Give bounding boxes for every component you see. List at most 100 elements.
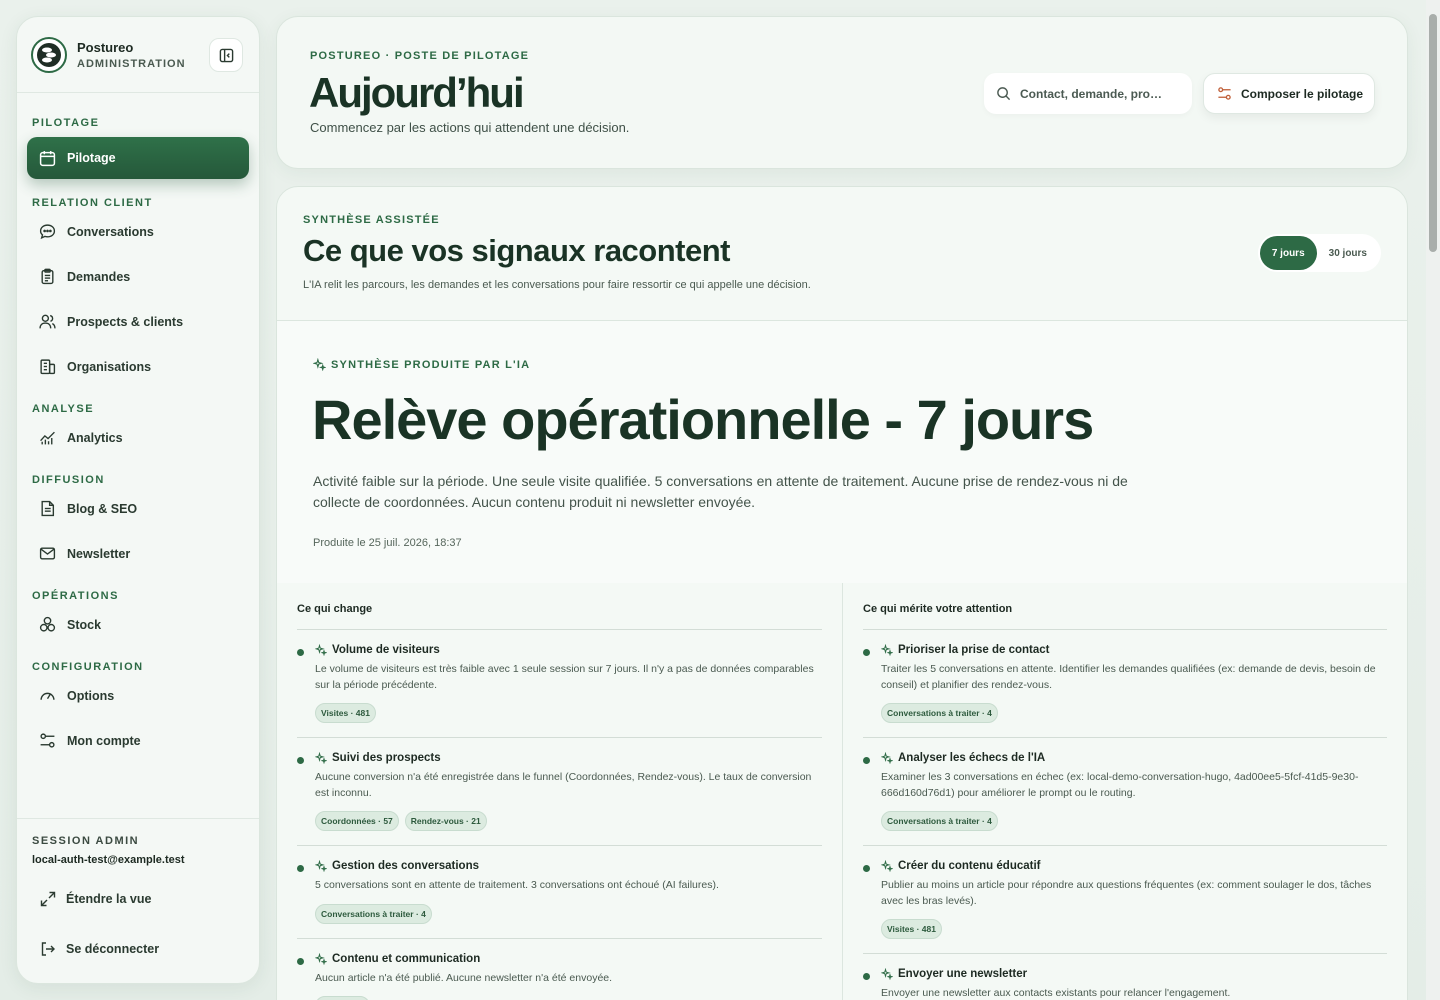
insight-title-label: Analyser les échecs de l'IA xyxy=(898,752,1046,764)
insight-title: Créer du contenu éducatif xyxy=(881,860,1387,872)
insight-text: 5 conversations sont en attente de trait… xyxy=(315,879,719,891)
range-30-days-button[interactable]: 30 jours xyxy=(1317,236,1379,270)
sidebar-nav: PILOTAGE Pilotage RELATION CLIENT Conver… xyxy=(17,93,259,763)
brand-subtitle: ADMINISTRATION xyxy=(77,57,186,70)
users-icon xyxy=(39,314,56,329)
report-text: Activité faible sur la période. Une seul… xyxy=(313,473,1128,510)
sidebar-item-label: Blog & SEO xyxy=(67,501,138,516)
sparkles-icon xyxy=(315,860,327,872)
chart-icon xyxy=(40,431,55,445)
mail-icon xyxy=(39,547,56,560)
insight-text: Envoyer une newsletter aux contacts exis… xyxy=(881,987,1231,999)
sidebar-item-demandes[interactable]: Demandes xyxy=(27,254,249,299)
nav-section-label: CONFIGURATION xyxy=(32,661,144,673)
chip-row: Conversations à traiter · 4 xyxy=(315,903,822,938)
page-scrollbar[interactable] xyxy=(1426,0,1440,1000)
nav-section-label: OPÉRATIONS xyxy=(32,590,119,602)
sidebar-item-conversations[interactable]: Conversations xyxy=(27,209,249,254)
insight-title-label: Créer du contenu éducatif xyxy=(898,860,1041,872)
insight-title-label: Volume de visiteurs xyxy=(332,644,440,656)
chip-row: Conversations à traiter · 4 xyxy=(881,811,1387,845)
attention-title: Ce qui mérite votre attention xyxy=(863,603,1387,630)
insight-title: Contenu et communication xyxy=(315,952,822,965)
insight-title-label: Prioriser la prise de contact xyxy=(898,644,1050,656)
search-placeholder: Contact, demande, pro… xyxy=(1020,86,1163,101)
sparkles-icon xyxy=(315,644,327,656)
insight-item: Contenu et communication Aucun article n'… xyxy=(297,939,822,1000)
sparkles-icon xyxy=(315,752,327,764)
chip-row: Coordonnées · 57 Rendez-vous · 21 xyxy=(315,811,822,845)
chip-row: Visites · 481 xyxy=(315,703,822,737)
report-date: Produite le 25 juil. 2026, 18:37 xyxy=(313,537,462,549)
sparkles-icon xyxy=(881,860,893,872)
sidebar-item-mon-compte[interactable]: Mon compte xyxy=(27,718,249,763)
sidebar-item-label: Conversations xyxy=(67,224,154,239)
sidebar-item-analytics[interactable]: Analytics xyxy=(27,415,249,460)
insight-item: Volume de visiteurs Le volume de visiteur… xyxy=(297,630,822,738)
page-subtitle: Commencez par les actions qui attendent … xyxy=(310,120,630,135)
metric-chip: Visites · 481 xyxy=(315,703,376,723)
sidebar-item-stock[interactable]: Stock xyxy=(27,602,249,647)
insight-title-label: Gestion des conversations xyxy=(332,860,479,872)
search-input[interactable]: Contact, demande, pro… xyxy=(984,73,1192,114)
logout-icon xyxy=(41,942,55,956)
metric-chip: Conversations à traiter · 4 xyxy=(315,903,432,924)
page-eyebrow: POSTUREO · POSTE DE PILOTAGE xyxy=(310,50,530,62)
metric-chip: Coordonnées · 57 xyxy=(315,811,399,831)
insight-item: Envoyer une newsletter Envoyer une newsle… xyxy=(863,954,1387,1000)
changes-column: Ce qui change Volume de visiteurs Le volu… xyxy=(277,583,842,1000)
insight-item: Suivi des prospects Aucune conversion n'a… xyxy=(297,738,822,846)
brand: Postureo ADMINISTRATION xyxy=(17,17,259,93)
boxes-icon xyxy=(39,616,56,632)
sidebar-item-label: Options xyxy=(67,688,115,703)
insight-title-label: Suivi des prospects xyxy=(332,752,441,764)
compose-label: Composer le pilotage xyxy=(1241,86,1364,101)
expand-view-label: Étendre la vue xyxy=(66,892,152,906)
logo-icon xyxy=(31,36,67,73)
sidebar-item-organisations[interactable]: Organisations xyxy=(27,344,249,389)
sparkles-icon xyxy=(881,752,893,764)
insight-title: Gestion des conversations xyxy=(315,860,822,872)
expand-view-button[interactable]: Étendre la vue xyxy=(32,874,244,924)
synthesis-title: Ce que vos signaux racontent xyxy=(303,233,731,268)
chat-icon xyxy=(39,224,56,240)
session-panel: SESSION ADMIN local-auth-test@example.te… xyxy=(17,818,259,974)
sidebar-item-label: Prospects & clients xyxy=(67,314,184,329)
sidebar-item-options[interactable]: Options xyxy=(27,673,249,718)
synthesis-subtitle: L'IA relit les parcours, les demandes et… xyxy=(303,279,811,291)
sidebar-item-label: Pilotage xyxy=(67,151,116,165)
insight-text: Aucune conversion n'a été enregistrée da… xyxy=(315,771,812,799)
range-7-days-button[interactable]: 7 jours xyxy=(1259,236,1317,270)
metric-chip: Rendez-vous · 21 xyxy=(404,811,487,831)
insight-item: Analyser les échecs de l'IA Examiner les … xyxy=(863,738,1387,846)
sidebar-item-pilotage[interactable]: Pilotage xyxy=(27,137,249,179)
logout-label: Se déconnecter xyxy=(66,942,160,956)
insight-item: Prioriser la prise de contact Traiter les… xyxy=(863,630,1387,738)
insight-item: Créer du contenu éducatif Publier au moin… xyxy=(863,846,1387,954)
sidebar-item-label: Stock xyxy=(67,617,102,632)
logout-button[interactable]: Se déconnecter xyxy=(32,924,244,974)
chip-row: Articles · 0 xyxy=(315,996,822,1000)
collapse-sidebar-button[interactable] xyxy=(209,38,243,72)
gauge-icon xyxy=(40,692,55,700)
ai-report: SYNTHÈSE PRODUITE PAR L'IA Relève opérat… xyxy=(277,321,1407,583)
sidebar: Postureo ADMINISTRATION PILOTAGE Pilotag… xyxy=(16,16,260,984)
session-email: local-auth-test@example.test xyxy=(32,854,185,866)
changes-list: Volume de visiteurs Le volume de visiteur… xyxy=(297,630,822,1000)
insight-title: Analyser les échecs de l'IA xyxy=(881,752,1387,764)
sparkles-icon xyxy=(881,644,893,656)
report-title: Relève opérationnelle - 7 jours xyxy=(312,388,1094,451)
sidebar-item-newsletter[interactable]: Newsletter xyxy=(27,531,249,576)
sidebar-item-blog-seo[interactable]: Blog & SEO xyxy=(27,486,249,531)
insight-text: Traiter les 5 conversations en attente. … xyxy=(881,663,1376,691)
building-icon xyxy=(40,359,56,375)
sparkles-icon xyxy=(313,358,326,371)
scrollbar-thumb[interactable] xyxy=(1429,14,1437,252)
sidebar-item-prospects-clients[interactable]: Prospects & clients xyxy=(27,299,249,344)
sidebar-item-label: Demandes xyxy=(67,269,131,284)
sparkles-icon xyxy=(881,968,893,980)
page-header: POSTUREO · POSTE DE PILOTAGE Aujourd’hui… xyxy=(276,16,1408,169)
compose-pilotage-button[interactable]: Composer le pilotage xyxy=(1203,73,1375,114)
metric-chip: Visites · 481 xyxy=(881,919,942,939)
nav-section-label: RELATION CLIENT xyxy=(32,197,153,209)
